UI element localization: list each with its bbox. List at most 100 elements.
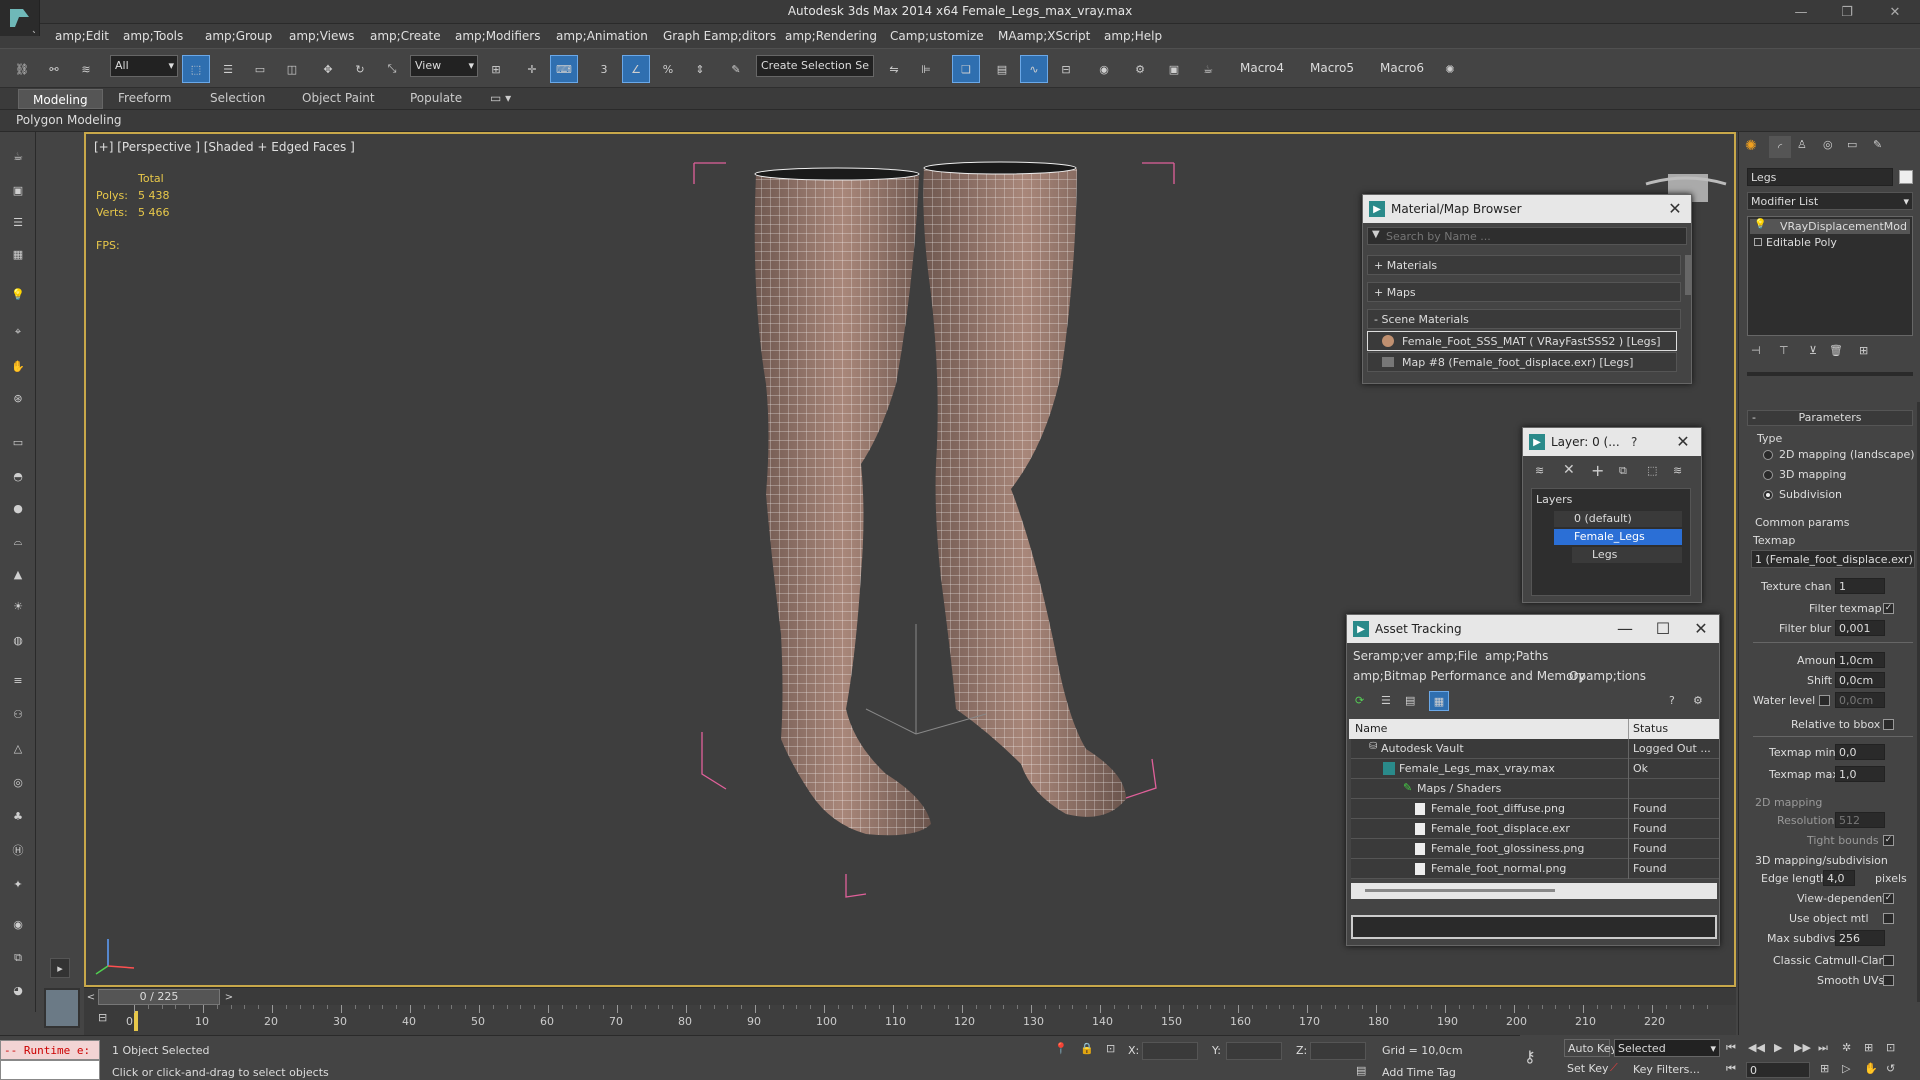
mesh-icon[interactable]: △ bbox=[4, 734, 32, 762]
menu-views[interactable]: amp;Views bbox=[289, 29, 354, 43]
radio-subdivision[interactable] bbox=[1763, 490, 1773, 500]
move-icon[interactable]: ✥ bbox=[314, 55, 342, 83]
selection-filter-dropdown[interactable]: All ▾ bbox=[110, 55, 178, 77]
layer-item-default[interactable]: 0 (default) bbox=[1554, 511, 1682, 527]
percent-snap-icon[interactable]: % bbox=[654, 55, 682, 83]
time-slider[interactable]: < 0 / 225 > bbox=[84, 987, 1736, 1005]
polygon-modeling-panel[interactable]: Polygon Modeling bbox=[16, 113, 122, 127]
asset-path-field[interactable] bbox=[1351, 915, 1717, 939]
app-logo-icon[interactable] bbox=[0, 0, 40, 36]
amount-spinner[interactable]: 1,0cm bbox=[1835, 652, 1885, 668]
restore-icon[interactable]: ❐ bbox=[1836, 2, 1858, 22]
sun-icon[interactable]: ☀ bbox=[4, 592, 32, 620]
menu-maxscript[interactable]: MAamp;XScript bbox=[998, 29, 1090, 43]
close-icon[interactable]: ✕ bbox=[1665, 199, 1685, 219]
edit-named-selection-icon[interactable]: ✎ bbox=[722, 55, 750, 83]
parameters-rollout-header[interactable]: - Parameters bbox=[1747, 410, 1913, 426]
use-object-mtl-checkbox[interactable] bbox=[1883, 913, 1894, 924]
help-button[interactable]: ? bbox=[1631, 435, 1637, 449]
selection-lock-icon[interactable]: 🔒 bbox=[1080, 1042, 1094, 1055]
menu-animation[interactable]: amp;Animation bbox=[556, 29, 648, 43]
relative-to-bbox-checkbox[interactable] bbox=[1883, 719, 1894, 730]
radio-3d-mapping[interactable] bbox=[1763, 470, 1773, 480]
window-crossing-icon[interactable]: ◫ bbox=[278, 55, 306, 83]
column-name-header[interactable]: Name bbox=[1355, 722, 1387, 735]
named-selection-set-dropdown[interactable]: Create Selection Se bbox=[756, 55, 874, 77]
filter-texmap-checkbox[interactable]: ✓ bbox=[1883, 603, 1894, 614]
tab-selection[interactable]: Selection bbox=[210, 91, 265, 105]
tab-populate[interactable]: Populate bbox=[410, 91, 462, 105]
menu-graph-editors[interactable]: Graph Eamp;ditors bbox=[663, 29, 776, 43]
edge-length-spinner[interactable]: 4,0 bbox=[1823, 870, 1855, 886]
box-icon[interactable]: ▭ bbox=[4, 428, 32, 456]
teapot-icon[interactable]: ☕ bbox=[4, 142, 32, 170]
modifier-list-dropdown[interactable]: Modifier List ▾ bbox=[1747, 192, 1913, 210]
tab-modeling[interactable]: Modeling bbox=[18, 89, 103, 109]
menu-group[interactable]: amp;Group bbox=[205, 29, 272, 43]
shader-ball-icon[interactable]: ◉ bbox=[4, 910, 32, 938]
menu-create[interactable]: amp;Create bbox=[370, 29, 441, 43]
water-level-checkbox[interactable] bbox=[1819, 695, 1830, 706]
hemisphere-icon[interactable]: ◓ bbox=[4, 462, 32, 490]
table-row[interactable]: Female_foot_diffuse.png Found bbox=[1351, 799, 1719, 819]
light-bulb-icon[interactable]: 💡 bbox=[4, 280, 32, 308]
create-tab-icon[interactable]: ✺ bbox=[1745, 138, 1757, 154]
helper-icon[interactable]: ✋ bbox=[4, 352, 32, 380]
curve-editor-icon[interactable]: ⊟ bbox=[98, 1011, 107, 1024]
material-editor-icon[interactable]: ◉ bbox=[1090, 55, 1118, 83]
select-by-name-icon[interactable]: ☰ bbox=[214, 55, 242, 83]
macro6-button[interactable]: Macro6 bbox=[1380, 61, 1424, 75]
cone-icon[interactable]: ▲ bbox=[4, 560, 32, 588]
material-search-input[interactable] bbox=[1386, 228, 1686, 244]
settings-icon[interactable]: ⚙ bbox=[1693, 694, 1703, 707]
y-coord-field[interactable] bbox=[1226, 1042, 1282, 1060]
select-link-icon[interactable]: ⛓ bbox=[8, 55, 36, 83]
object-name-field[interactable] bbox=[1747, 168, 1893, 186]
key-mode-toggle-icon[interactable]: ⏮ bbox=[1726, 1062, 1736, 1076]
bind-space-warp-icon[interactable]: ≋ bbox=[72, 55, 100, 83]
layer-item-female-legs[interactable]: Female_Legs bbox=[1554, 529, 1682, 545]
current-frame-field[interactable]: 0 bbox=[1746, 1062, 1810, 1078]
menu-rendering[interactable]: amp;Rendering bbox=[785, 29, 877, 43]
table-row[interactable]: Female_Legs_max_vray.max Ok bbox=[1351, 759, 1719, 779]
column-status-header[interactable]: Status bbox=[1633, 722, 1668, 735]
camera-icon[interactable]: ⌖ bbox=[4, 318, 32, 346]
pin-stack-icon[interactable]: ⊣ bbox=[1751, 344, 1761, 357]
remove-modifier-icon[interactable]: 🗑 bbox=[1829, 344, 1843, 357]
auto-key-button[interactable]: Auto Key bbox=[1564, 1039, 1617, 1057]
key-filters-button[interactable]: Key Filters... bbox=[1630, 1061, 1720, 1079]
table-row[interactable]: Female_foot_normal.png Found bbox=[1351, 859, 1719, 879]
texmap-button[interactable]: 1 (Female_foot_displace.exr) bbox=[1751, 550, 1915, 568]
utilities-tab-icon[interactable]: ✎ bbox=[1873, 138, 1882, 151]
orbit-icon[interactable]: ↺ bbox=[1886, 1062, 1895, 1075]
zoom-all-icon[interactable]: ⊞ bbox=[1864, 1041, 1873, 1054]
group-materials[interactable]: + Materials bbox=[1367, 255, 1681, 275]
maxscript-input[interactable] bbox=[0, 1060, 100, 1080]
menu-options[interactable]: Opamp;tions bbox=[1569, 669, 1646, 683]
maxscript-listener[interactable]: -- Runtime e: bbox=[0, 1040, 100, 1060]
snaps-toggle-icon[interactable]: 3 bbox=[590, 55, 618, 83]
pan-icon[interactable]: ✋ bbox=[1864, 1062, 1878, 1075]
set-key-button[interactable]: Set Key bbox=[1564, 1060, 1610, 1078]
close-icon[interactable]: ✕ bbox=[1673, 432, 1693, 452]
reference-coordinate-dropdown[interactable]: View ▾ bbox=[410, 55, 478, 77]
menu-paths[interactable]: amp;Paths bbox=[1485, 649, 1548, 663]
maximize-icon[interactable]: ☐ bbox=[1653, 619, 1673, 639]
ball-icon[interactable]: ◍ bbox=[4, 626, 32, 654]
water-level-spinner[interactable]: 0,0cm bbox=[1835, 692, 1885, 708]
stack-item-editable-poly[interactable]: Editable Poly bbox=[1750, 235, 1910, 250]
expand-box-icon[interactable] bbox=[1754, 238, 1762, 246]
stack-item-vray-displacement[interactable]: 💡 VRayDisplacementMod bbox=[1750, 219, 1910, 234]
texmap-min-spinner[interactable]: 0,0 bbox=[1835, 744, 1885, 760]
expand-arrow-icon[interactable]: ▸ bbox=[50, 958, 70, 978]
x-coord-field[interactable] bbox=[1142, 1042, 1198, 1060]
play-icon[interactable]: ▶ bbox=[1774, 1041, 1782, 1054]
globe-icon[interactable]: ◎ bbox=[4, 768, 32, 796]
render-setup-icon[interactable]: ⚙ bbox=[1126, 55, 1154, 83]
display-tab-icon[interactable]: ▭ bbox=[1847, 138, 1857, 151]
go-to-end-icon[interactable]: ⏭ bbox=[1818, 1041, 1828, 1055]
field-of-view-icon[interactable]: ▷ bbox=[1842, 1062, 1850, 1075]
configure-sets-icon[interactable]: ⊞ bbox=[1859, 344, 1868, 357]
layer-manager-icon[interactable]: ❏ bbox=[952, 55, 980, 83]
group-maps[interactable]: + Maps bbox=[1367, 282, 1681, 302]
